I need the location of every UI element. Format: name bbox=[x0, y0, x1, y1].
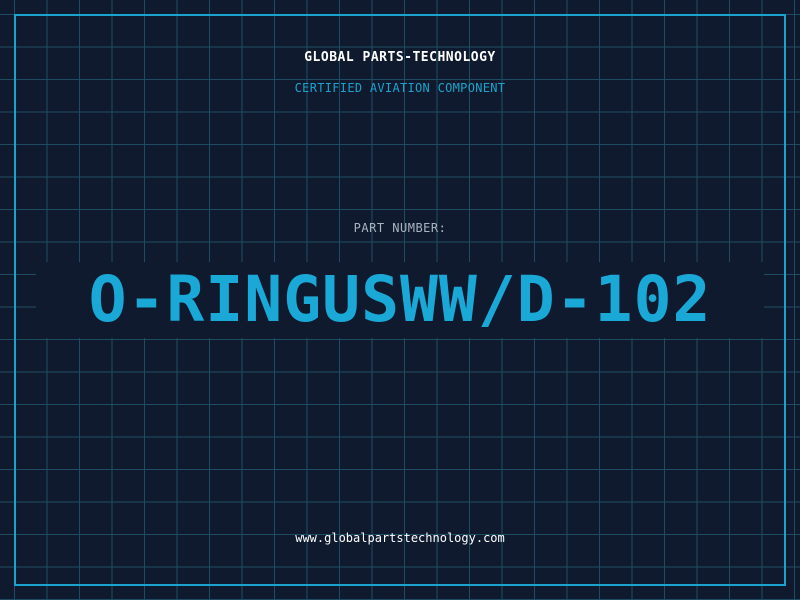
company-name: GLOBAL PARTS-TECHNOLOGY bbox=[304, 50, 496, 65]
part-number-label: PART NUMBER: bbox=[353, 221, 447, 235]
label-card: GLOBAL PARTS-TECHNOLOGY CERTIFIED AVIATI… bbox=[0, 0, 800, 600]
certification-subtitle: CERTIFIED AVIATION COMPONENT bbox=[294, 81, 506, 95]
website-url: www.globalpartstechnology.com bbox=[295, 531, 505, 545]
part-number-value: O-RINGUSWW/D-102 bbox=[88, 263, 712, 336]
